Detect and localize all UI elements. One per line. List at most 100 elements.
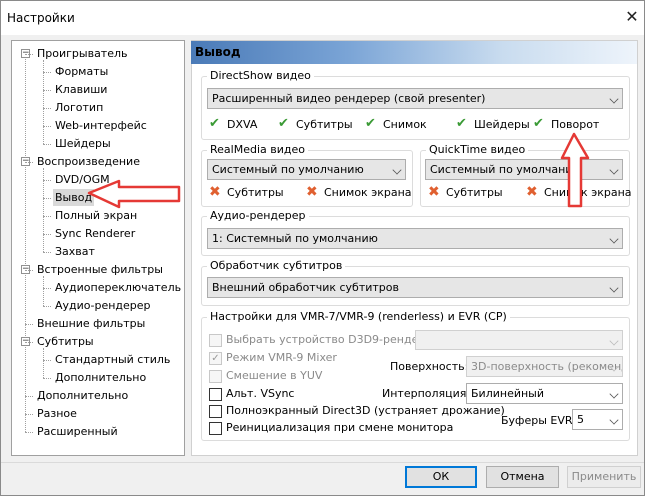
audio-renderer-select[interactable]: 1: Системный по умолчанию (207, 228, 623, 249)
tree-connector (25, 342, 33, 343)
realmedia-renderer-value: Системный по умолчанию (212, 163, 364, 176)
tree-node-6[interactable]: Разное (35, 405, 79, 422)
cross-icon: ✖ (526, 184, 538, 200)
directshow-renderer-select[interactable]: Расширенный видео рендерер (свой present… (207, 88, 623, 109)
chevron-down-icon (609, 415, 619, 425)
tree-node-1-0[interactable]: DVD/OGM (53, 171, 112, 188)
tree-connector (25, 432, 33, 433)
tree-connector (43, 168, 44, 252)
tree-connector (43, 378, 51, 379)
vmr-option-label: Смешение в YUV (226, 369, 323, 382)
vmr-option-label: Режим VMR-9 Mixer (226, 351, 337, 364)
tree-node-0-2[interactable]: Логотип (53, 99, 105, 116)
vmr-option-label: Альт. VSync (226, 387, 295, 400)
interpolation-label: Интерполяция: (382, 387, 471, 400)
tree-connector (43, 108, 51, 109)
feature-label: Снимок экрана (544, 186, 632, 199)
audio-renderer-value: 1: Системный по умолчанию (212, 232, 378, 245)
tree-connector (25, 324, 33, 325)
chevron-down-icon (609, 389, 619, 399)
tree-connector (43, 306, 51, 307)
tree-node-1[interactable]: Воспроизведение (35, 153, 142, 170)
page-title: Вывод (195, 45, 241, 59)
tree-connector (25, 54, 26, 432)
surface-value: 3D-поверхность (рекоменд (471, 360, 623, 373)
surface-select[interactable]: 3D-поверхность (рекоменд (466, 356, 623, 377)
tree-connector (43, 348, 44, 378)
tree-connector (25, 162, 33, 163)
evr-buffers-value: 5 (577, 413, 584, 426)
evr-buffers-select[interactable]: 5 (572, 409, 623, 430)
checkbox[interactable] (209, 388, 222, 401)
tree-connector (43, 60, 44, 144)
check-icon: ✔ (456, 116, 467, 131)
check-icon: ✔ (365, 116, 376, 131)
checkbox[interactable] (209, 370, 222, 383)
cross-icon: ✖ (306, 184, 318, 200)
tree-node-3[interactable]: Внешние фильтры (35, 315, 147, 332)
settings-window: Настройки ✕ − Проигрыватель Форматы Клавиши… (0, 0, 645, 496)
cross-icon: ✖ (428, 184, 440, 200)
quicktime-renderer-select[interactable]: Системный по умолчанию (425, 159, 623, 180)
chevron-down-icon (609, 336, 619, 346)
close-icon[interactable]: ✕ (623, 7, 641, 27)
apply-button[interactable]: Применить (567, 466, 641, 488)
subtitle-handler-select[interactable]: Внешний обработчик субтитров (207, 277, 623, 298)
quicktime-renderer-value: Системный по умолчанию (430, 163, 582, 176)
feature-label: Субтитры (227, 186, 284, 199)
tree-node-7[interactable]: Расширенный (35, 423, 120, 440)
check-icon: ✔ (209, 116, 220, 131)
chevron-down-icon (609, 165, 619, 175)
tree-node-4[interactable]: Субтитры (35, 333, 96, 350)
realmedia-renderer-select[interactable]: Системный по умолчанию (207, 159, 406, 180)
tree-node-0-3[interactable]: Web-интерфейс (53, 117, 149, 134)
tree-node-1-4[interactable]: Захват (53, 243, 97, 260)
realmedia-label: RealMedia видео (207, 143, 308, 157)
tree-node-0-1[interactable]: Клавиши (53, 81, 109, 98)
tree-node-2-1[interactable]: Аудио-рендерер (53, 297, 153, 314)
tree-node-1-2[interactable]: Полный экран (53, 207, 139, 224)
evr-buffers-label: Буферы EVR: (501, 414, 576, 427)
checkbox[interactable] (209, 422, 222, 435)
checkbox[interactable] (209, 334, 222, 347)
directshow-label: DirectShow видео (207, 69, 314, 83)
chevron-down-icon (609, 234, 619, 244)
d3d-device-select[interactable] (415, 330, 623, 350)
checkbox[interactable]: ✓ (209, 352, 222, 365)
tree-connector (43, 276, 44, 306)
interpolation-select[interactable]: Билинейный (466, 383, 623, 404)
tree-node-0[interactable]: Проигрыватель (35, 45, 130, 62)
ok-button[interactable]: ОК (405, 466, 477, 488)
tree-connector (43, 288, 51, 289)
check-icon: ✔ (533, 116, 544, 131)
tree-node-2-0[interactable]: Аудиопереключатель (53, 279, 183, 296)
chevron-down-icon (609, 94, 619, 104)
quicktime-label: QuickTime видео (426, 143, 529, 157)
feature-label: Снимок (383, 118, 427, 131)
vmr-option-label: Реинициализация при смене монитора (226, 421, 454, 434)
tree-node-2[interactable]: Встроенные фильтры (35, 261, 165, 278)
tree-connector (43, 90, 51, 91)
vmr-label: Настройки для VMR-7/VMR-9 (renderless) и… (207, 310, 510, 324)
tree-connector (25, 414, 33, 415)
tree-node-4-0[interactable]: Стандартный стиль (53, 351, 172, 368)
feature-label: Снимок экрана (324, 186, 412, 199)
tree-node-1-3[interactable]: Sync Renderer (53, 225, 137, 242)
tree-node-4-1[interactable]: Дополнительно (53, 369, 148, 386)
window-title: Настройки (7, 11, 75, 25)
tree-node-1-1[interactable]: Вывод (53, 189, 95, 206)
tree-connector (43, 360, 51, 361)
subtitle-handler-value: Внешний обработчик субтитров (212, 281, 400, 294)
feature-label: DXVA (227, 118, 258, 131)
tree-connector (25, 270, 33, 271)
tree-node-5[interactable]: Дополнительно (35, 387, 130, 404)
tree-node-0-4[interactable]: Шейдеры (53, 135, 113, 152)
tree-connector (25, 396, 33, 397)
checkbox[interactable] (209, 405, 222, 418)
tree-connector (25, 54, 33, 55)
directshow-renderer-value: Расширенный видео рендерер (свой present… (212, 92, 486, 105)
cancel-button[interactable]: Отмена (486, 466, 559, 488)
feature-label: Шейдеры (474, 118, 530, 131)
tree-node-0-0[interactable]: Форматы (53, 63, 110, 80)
cross-icon: ✖ (209, 184, 221, 200)
